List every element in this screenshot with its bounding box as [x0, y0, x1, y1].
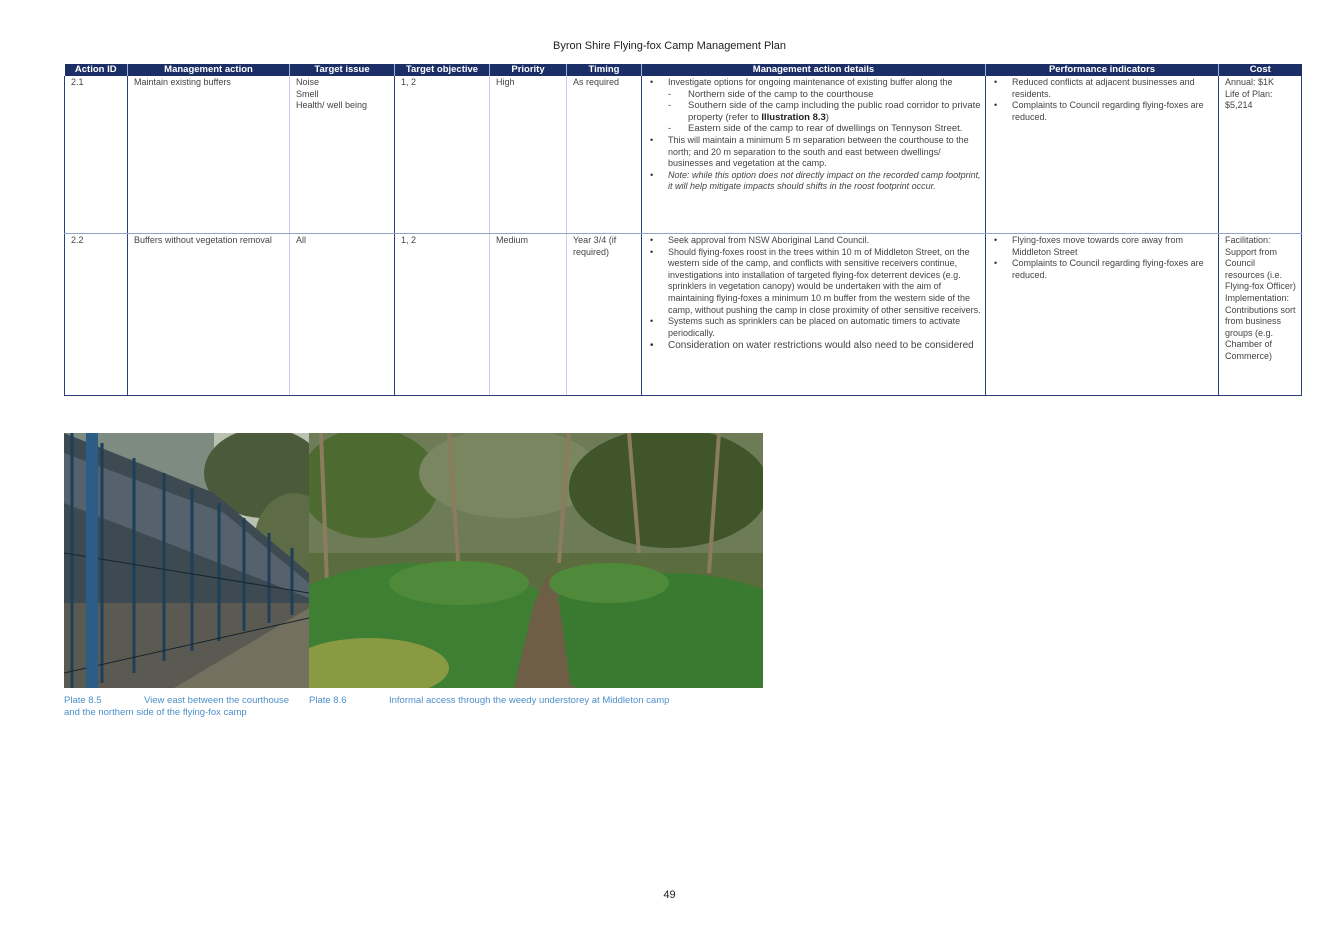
detail-text: ): [825, 111, 829, 123]
header-timing: Timing: [566, 64, 642, 76]
performance-item: Complaints to Council regarding flying-f…: [992, 258, 1214, 281]
plate-8-5-photo: [64, 433, 309, 688]
document-title: Byron Shire Flying-fox Camp Management P…: [553, 40, 786, 52]
cost-line: Life of Plan: $5,214: [1225, 88, 1273, 111]
detail-bullet: This will maintain a minimum 5 m separat…: [648, 135, 981, 170]
plate-caption-text: Informal access through the weedy unders…: [389, 695, 670, 706]
cell-cost: Facilitation: Support from Council resou…: [1218, 233, 1302, 396]
header-target-issue: Target issue: [289, 64, 395, 76]
cell-management-action: Maintain existing buffers: [127, 76, 290, 234]
performance-item: Reduced conflicts at adjacent businesses…: [992, 77, 1214, 100]
detail-bullet: Consideration on water restrictions woul…: [648, 339, 981, 352]
cost-line: Facilitation: Support from Council resou…: [1225, 235, 1296, 292]
cost-line: Annual: $1K: [1225, 77, 1275, 87]
detail-bullet: Investigate options for ongoing maintena…: [648, 77, 981, 135]
plate-number: Plate 8.6: [309, 695, 347, 706]
header-target-objective: Target objective: [394, 64, 490, 76]
header-performance-indicators: Performance indicators: [985, 64, 1219, 76]
plate-number: Plate 8.5: [64, 695, 102, 706]
target-issue-item: Noise: [296, 77, 320, 87]
cell-action-id: 2.2: [64, 233, 128, 396]
header-priority: Priority: [489, 64, 567, 76]
management-action-table: Action ID Management action Target issue…: [64, 64, 1302, 396]
header-details: Management action details: [641, 64, 986, 76]
plate-8-6-photo: [309, 433, 763, 688]
detail-bullet: Should flying-foxes roost in the trees w…: [648, 247, 981, 317]
target-issue-item: Health/ well being: [296, 100, 368, 111]
cell-timing: Year 3/4 (if required): [566, 233, 642, 396]
understorey-photo-illustration: [309, 433, 763, 688]
cell-target-objective: 1, 2: [394, 233, 490, 396]
target-issue-item: Smell: [296, 88, 319, 99]
page-number: 49: [663, 889, 676, 901]
cell-target-objective: 1, 2: [394, 76, 490, 234]
plate-8-5-caption: Plate 8.5 View east between the courthous…: [64, 695, 299, 719]
cell-target-issue: Noise Smell Health/ well being: [289, 76, 395, 234]
target-issue-item: All: [296, 235, 307, 245]
table-row: 2.2 Buffers without vegetation removal A…: [64, 233, 1302, 396]
cell-details: Investigate options for ongoing maintena…: [641, 76, 986, 234]
cell-priority: Medium: [489, 233, 567, 396]
cost-line: Contributions sort from business groups …: [1225, 304, 1296, 361]
table-header-row: Action ID Management action Target issue…: [64, 64, 1302, 76]
header-management-action: Management action: [127, 64, 290, 76]
detail-bullet: Seek approval from NSW Aboriginal Land C…: [648, 235, 981, 247]
cell-priority: High: [489, 76, 567, 234]
cell-timing: As required: [566, 76, 642, 234]
detail-sub-item: Southern side of the camp including the …: [668, 100, 981, 123]
cell-cost: Annual: $1K Life of Plan: $5,214: [1218, 76, 1302, 234]
detail-text: Southern side of the camp including the …: [688, 100, 981, 123]
performance-item: Flying-foxes move towards core away from…: [992, 235, 1214, 258]
cost-line: Implementation:: [1225, 292, 1290, 303]
table-row: 2.1 Maintain existing buffers Noise Smel…: [64, 76, 1302, 234]
header-cost: Cost: [1218, 64, 1302, 76]
header-action-id: Action ID: [64, 64, 128, 76]
cell-performance-indicators: Reduced conflicts at adjacent businesses…: [985, 76, 1219, 234]
detail-bullet: Systems such as sprinklers can be placed…: [648, 316, 981, 339]
detail-sub-item: Northern side of the camp to the courtho…: [668, 89, 981, 101]
cell-management-action: Buffers without vegetation removal: [127, 233, 290, 396]
detail-note: Note: while this option does not directl…: [648, 170, 981, 193]
cell-target-issue: All: [289, 233, 395, 396]
cell-details: Seek approval from NSW Aboriginal Land C…: [641, 233, 986, 396]
fence-photo-illustration: [64, 433, 309, 688]
cell-performance-indicators: Flying-foxes move towards core away from…: [985, 233, 1219, 396]
detail-sub-item: Eastern side of the camp to rear of dwel…: [668, 123, 981, 135]
performance-item: Complaints to Council regarding flying-f…: [992, 100, 1214, 123]
detail-text: Investigate options for ongoing maintena…: [668, 77, 953, 87]
cell-action-id: 2.1: [64, 76, 128, 234]
plate-8-6-caption: Plate 8.6 Informal access through the wee…: [309, 695, 769, 707]
illustration-reference: Illustration 8.3: [761, 111, 826, 123]
